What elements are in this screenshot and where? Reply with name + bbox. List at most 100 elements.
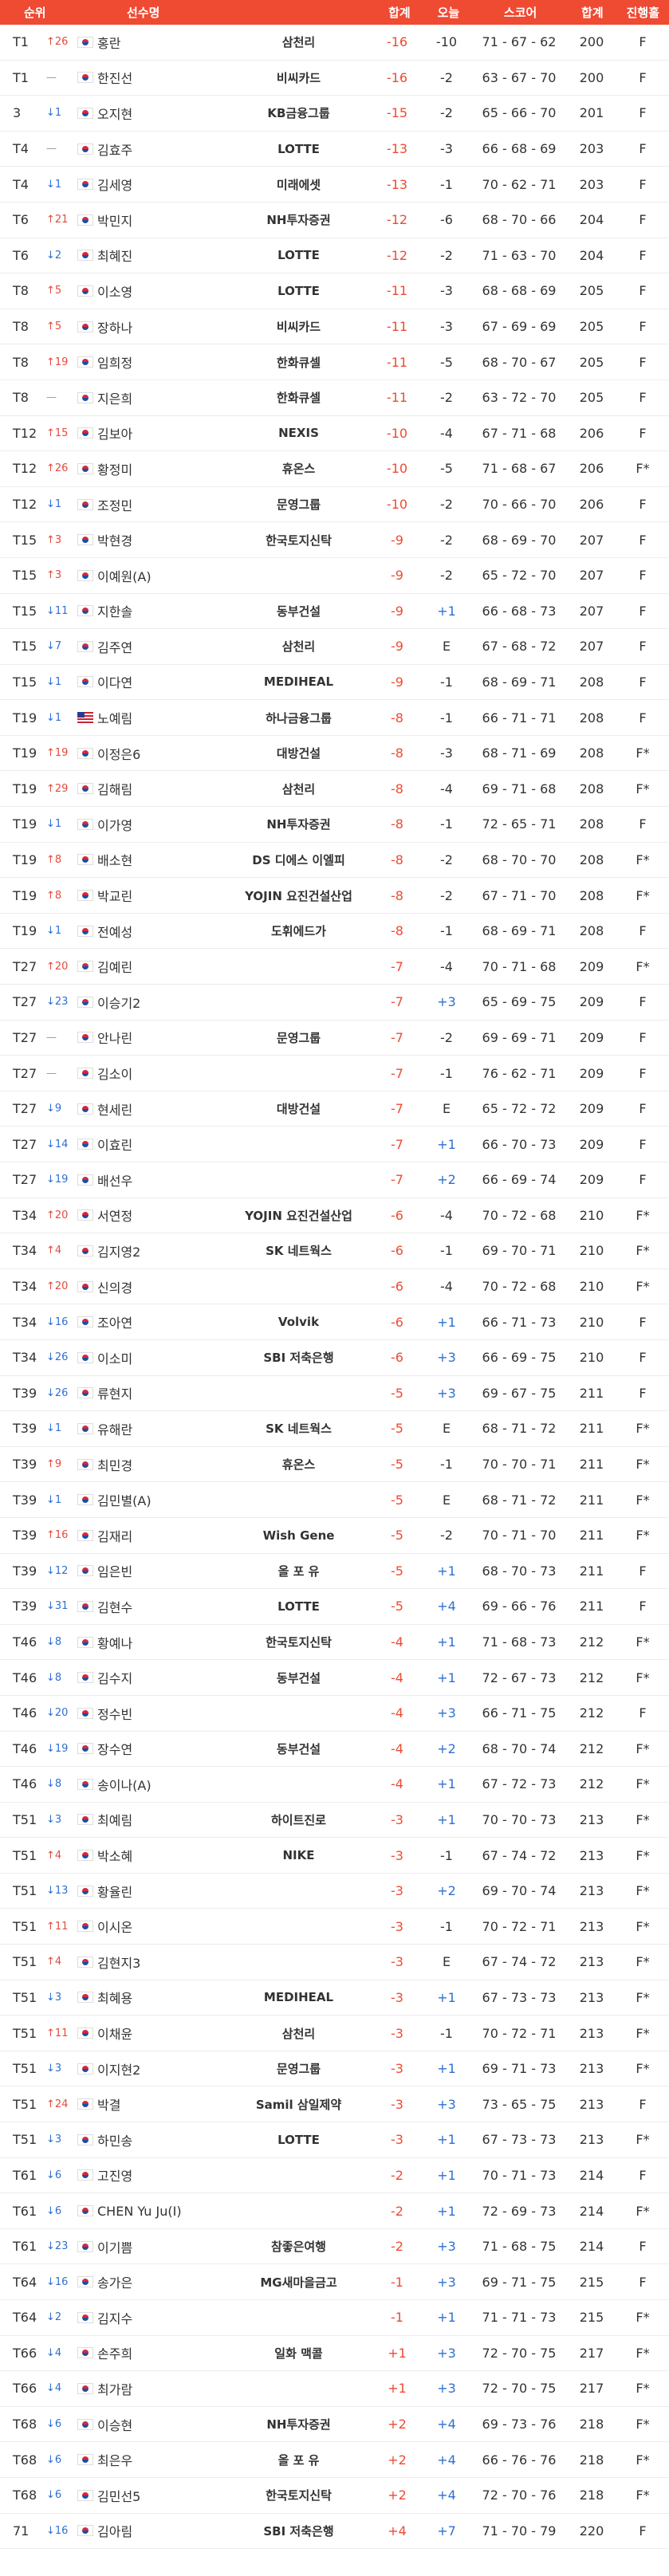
table-row[interactable]: T51 ↑11 이시온 -3 -1 70 - 72 - 71 213 F*	[0, 1909, 669, 1945]
table-row[interactable]: T15 ↑3 박현경 한국토지신탁 -9 -2 68 - 69 - 70 207 F	[0, 522, 669, 558]
table-row[interactable]: T46 ↓19 장수연 동부건설 -4 +2 68 - 70 - 74 212 F*	[0, 1732, 669, 1768]
player-name[interactable]: 임희정	[97, 352, 225, 372]
table-row[interactable]: T51 ↑11 이채윤 삼천리 -3 -1 70 - 72 - 71 213 F*	[0, 2016, 669, 2051]
player-name[interactable]: 이가영	[97, 815, 225, 834]
table-row[interactable]: T39 ↑16 김재리 Wish Gene -5 -2 70 - 71 - 70 211 F*	[0, 1518, 669, 1554]
table-row[interactable]: T19 ↑19 이정은6 대방건설 -8 -3 68 - 71 - 69 208 F*	[0, 736, 669, 772]
player-name[interactable]: 오지현	[97, 104, 225, 123]
table-row[interactable]: T46 ↓8 김수지 동부건설 -4 +1 72 - 67 - 73 212 F*	[0, 1660, 669, 1696]
table-row[interactable]: T61 ↓6 CHEN Yu Ju(I) -2 +1 72 - 69 - 73 214 F*	[0, 2193, 669, 2229]
player-name[interactable]: 최은우	[97, 2450, 225, 2469]
table-row[interactable]: T39 ↓26 류현지 -5 +3 69 - 67 - 75 211 F	[0, 1376, 669, 1412]
player-name[interactable]: 최혜용	[97, 1988, 225, 2007]
table-row[interactable]: T12 ↑26 황정미 휴온스 -10 -5 71 - 68 - 67 206 F*	[0, 451, 669, 487]
table-row[interactable]: T39 ↓12 임은빈 올 포 유 -5 +1 68 - 70 - 73 211 F	[0, 1554, 669, 1590]
table-row[interactable]: T12 ↓1 조정민 문영그룹 -10 -2 70 - 66 - 70 206 F	[0, 487, 669, 523]
table-row[interactable]: T27 ↓14 이효린 -7 +1 66 - 70 - 73 209 F	[0, 1127, 669, 1162]
table-row[interactable]: T51 ↓3 최혜용 MEDIHEAL -3 +1 67 - 73 - 73 213 F*	[0, 1980, 669, 2016]
player-name[interactable]: 김현지3	[97, 1953, 225, 1972]
table-row[interactable]: T6 ↓2 최혜진 LOTTE -12 -2 71 - 63 - 70 204 F	[0, 238, 669, 274]
player-name[interactable]: 황예나	[97, 1633, 225, 1652]
player-name[interactable]: 이소영	[97, 281, 225, 301]
table-row[interactable]: T51 ↑4 박소혜 NIKE -3 -1 67 - 74 - 72 213 F*	[0, 1838, 669, 1874]
table-row[interactable]: T19 ↑8 배소현 DS 디에스 이엘피 -8 -2 68 - 70 - 70 208 F*	[0, 843, 669, 879]
player-name[interactable]: 하민송	[97, 2130, 225, 2149]
player-name[interactable]: 김지수	[97, 2308, 225, 2327]
table-row[interactable]: T51 ↓13 황율린 -3 +2 69 - 70 - 74 213 F*	[0, 1874, 669, 1909]
table-row[interactable]: T27 — 안나린 문영그룹 -7 -2 69 - 69 - 71 209 F	[0, 1021, 669, 1056]
table-row[interactable]: T34 ↑20 신의경 -6 -4 70 - 72 - 68 210 F*	[0, 1269, 669, 1305]
player-name[interactable]: 이지현2	[97, 2059, 225, 2078]
table-row[interactable]: T39 ↑9 최민경 휴온스 -5 -1 70 - 70 - 71 211 F*	[0, 1447, 669, 1483]
player-name[interactable]: 김세영	[97, 175, 225, 194]
table-row[interactable]: T68 ↓6 최은우 올 포 유 +2 +4 66 - 76 - 76 218 F*	[0, 2442, 669, 2478]
player-name[interactable]: 노예림	[97, 708, 225, 727]
player-name[interactable]: 김보아	[97, 423, 225, 442]
player-name[interactable]: 박현경	[97, 530, 225, 549]
player-name[interactable]: 류현지	[97, 1383, 225, 1402]
player-name[interactable]: 고진영	[97, 2165, 225, 2185]
player-name[interactable]: 김재리	[97, 1526, 225, 1545]
table-row[interactable]: T39 ↓31 김현수 LOTTE -5 +4 69 - 66 - 76 211 F	[0, 1589, 669, 1625]
table-row[interactable]: T19 ↓1 노예림 하나금융그룹 -8 -1 66 - 71 - 71 208 F	[0, 700, 669, 736]
player-name[interactable]: 이승현	[97, 2415, 225, 2434]
player-name[interactable]: 최혜진	[97, 246, 225, 265]
table-row[interactable]: T64 ↓2 김지수 -1 +1 71 - 71 - 73 215 F*	[0, 2300, 669, 2336]
table-row[interactable]: T15 ↑3 이예원(A) -9 -2 65 - 72 - 70 207 F	[0, 558, 669, 594]
table-row[interactable]: T1 ↑26 홍란 삼천리 -16 -10 71 - 67 - 62 200 F	[0, 25, 669, 61]
table-row[interactable]: T66 ↓4 최가람 +1 +3 72 - 70 - 75 217 F*	[0, 2371, 669, 2407]
player-name[interactable]: 이승기2	[97, 993, 225, 1012]
player-name[interactable]: 이정은6	[97, 744, 225, 763]
player-name[interactable]: 신의경	[97, 1277, 225, 1296]
table-row[interactable]: T4 — 김효주 LOTTE -13 -3 66 - 68 - 69 203 F	[0, 132, 669, 167]
table-row[interactable]: T46 ↓8 송이나(A) -4 +1 67 - 72 - 73 212 F*	[0, 1767, 669, 1803]
player-name[interactable]: 지한솔	[97, 601, 225, 620]
table-row[interactable]: T19 ↓1 전예성 도휘에드가 -8 -1 68 - 69 - 71 208 F	[0, 914, 669, 950]
player-name[interactable]: 이효린	[97, 1135, 225, 1154]
table-row[interactable]: T34 ↑4 김지영2 SK 네트웍스 -6 -1 69 - 70 - 71 210 F*	[0, 1233, 669, 1269]
player-name[interactable]: 한진선	[97, 68, 225, 87]
table-row[interactable]: T6 ↑21 박민지 NH투자증권 -12 -6 68 - 70 - 66 204 F	[0, 203, 669, 238]
player-name[interactable]: 현세린	[97, 1099, 225, 1119]
table-row[interactable]: T27 — 김소이 -7 -1 76 - 62 - 71 209 F	[0, 1056, 669, 1091]
table-row[interactable]: T61 ↓6 고진영 -2 +1 70 - 71 - 73 214 F	[0, 2158, 669, 2194]
table-row[interactable]: T39 ↓1 김민별(A) -5 E 68 - 71 - 72 211 F*	[0, 1482, 669, 1518]
player-name[interactable]: 김민별(A)	[97, 1490, 225, 1509]
player-name[interactable]: 지은희	[97, 388, 225, 407]
table-row[interactable]: T34 ↓26 이소미 SBI 저축은행 -6 +3 66 - 69 - 75 210 F	[0, 1340, 669, 1376]
table-row[interactable]: T27 ↓23 이승기2 -7 +3 65 - 69 - 75 209 F	[0, 985, 669, 1021]
table-row[interactable]: T46 ↓8 황예나 한국토지신탁 -4 +1 71 - 68 - 73 212 F*	[0, 1625, 669, 1661]
table-row[interactable]: T51 ↓3 하민송 LOTTE -3 +1 67 - 73 - 73 213 F*	[0, 2122, 669, 2158]
table-row[interactable]: T51 ↑24 박결 Samil 삼일제약 -3 +3 73 - 65 - 75 213 F	[0, 2086, 669, 2123]
player-name[interactable]: 김소이	[97, 1064, 225, 1083]
player-name[interactable]: 유해란	[97, 1419, 225, 1438]
table-row[interactable]: T8 ↑19 임희정 한화큐셀 -11 -5 68 - 70 - 67 205 F	[0, 344, 669, 380]
player-name[interactable]: 배선우	[97, 1170, 225, 1190]
player-name[interactable]: 황정미	[97, 459, 225, 478]
player-name[interactable]: 배소현	[97, 850, 225, 869]
player-name[interactable]: CHEN Yu Ju(I)	[97, 2204, 225, 2219]
player-name[interactable]: 송가은	[97, 2272, 225, 2291]
player-name[interactable]: 김수지	[97, 1668, 225, 1687]
player-name[interactable]: 이시온	[97, 1917, 225, 1936]
table-row[interactable]: T34 ↓16 조아연 Volvik -6 +1 66 - 71 - 73 210 F	[0, 1304, 669, 1340]
player-name[interactable]: 박민지	[97, 210, 225, 230]
player-name[interactable]: 황율린	[97, 1882, 225, 1901]
table-row[interactable]: T19 ↑29 김해림 삼천리 -8 -4 69 - 71 - 68 208 F*	[0, 771, 669, 808]
player-name[interactable]: 송이나(A)	[97, 1775, 225, 1794]
player-name[interactable]: 김아림	[97, 2521, 225, 2540]
table-row[interactable]: T68 ↓6 김민선5 한국토지신탁 +2 +4 72 - 70 - 76 218 F*	[0, 2478, 669, 2514]
player-name[interactable]: 이예원(A)	[97, 566, 225, 585]
player-name[interactable]: 최가람	[97, 2379, 225, 2398]
player-name[interactable]: 김해림	[97, 779, 225, 798]
table-row[interactable]: T8 ↑5 장하나 비씨카드 -11 -3 67 - 69 - 69 205 F	[0, 309, 669, 345]
player-name[interactable]: 김민선5	[97, 2486, 225, 2505]
table-row[interactable]: T8 — 지은희 한화큐셀 -11 -2 63 - 72 - 70 205 F	[0, 380, 669, 416]
player-name[interactable]: 장수연	[97, 1739, 225, 1758]
player-name[interactable]: 손주희	[97, 2343, 225, 2362]
player-name[interactable]: 김효주	[97, 140, 225, 159]
player-name[interactable]: 이소미	[97, 1348, 225, 1367]
player-name[interactable]: 박교린	[97, 886, 225, 905]
table-row[interactable]: T39 ↓1 유해란 SK 네트웍스 -5 E 68 - 71 - 72 211 F*	[0, 1411, 669, 1447]
player-name[interactable]: 박결	[97, 2094, 225, 2114]
